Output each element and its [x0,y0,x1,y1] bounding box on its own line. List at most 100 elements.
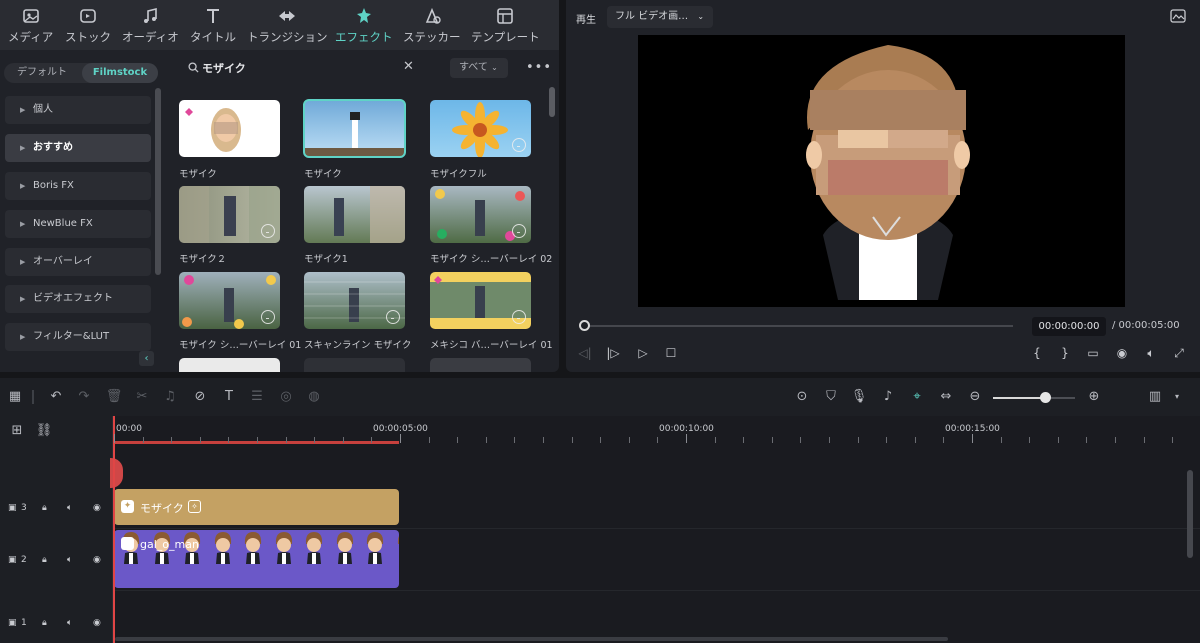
tab-media[interactable]: メディア [8,6,53,46]
sidebar-scrollbar[interactable] [155,88,161,275]
audio-icon[interactable]: ♫ [161,388,179,406]
video-clip-label: gal_o_man [140,538,199,551]
effect-card[interactable] [430,272,531,329]
more-icon[interactable]: ••• [526,60,552,75]
results-scrollbar[interactable] [549,87,555,117]
category-item[interactable]: ▶ フィルター&LUT [5,323,151,351]
text-icon[interactable]: T [220,388,238,406]
effect-card[interactable] [179,186,280,243]
effect-card[interactable] [430,186,531,243]
tab-template[interactable]: テンプレート [471,6,540,46]
tab-stock[interactable]: ストック [65,6,111,46]
play-icon[interactable]: ▷ [636,346,650,360]
mark-in-icon[interactable]: { [1030,346,1044,360]
redo-icon[interactable]: ↷ [75,388,93,406]
effect-card[interactable] [430,100,531,157]
effect-card[interactable] [179,358,280,372]
download-icon[interactable] [386,310,400,324]
music-icon[interactable]: ♪ [879,388,897,406]
eye-icon[interactable]: ◉ [93,555,101,565]
tab-effects[interactable]: エフェクト [335,6,393,46]
effects-search[interactable]: モザイク ✕ [172,58,426,78]
lock-icon[interactable]: 🔒︎ [42,503,47,513]
tag-icon[interactable]: ⊘ [191,388,209,406]
lock-icon[interactable]: 🔒︎ [42,618,47,628]
add-track-icon[interactable]: ⊞ [8,422,26,440]
volume-icon[interactable]: 🔈︎ [67,555,72,565]
volume-icon[interactable]: 🔈︎ [67,503,72,513]
volume-icon[interactable]: 🔈︎ [67,618,72,628]
video-clip[interactable]: gal_o_man [114,530,399,588]
marker-icon[interactable]: ⛉ [822,388,840,406]
download-icon[interactable] [512,224,526,238]
video-canvas[interactable] [638,35,1125,307]
close-icon[interactable]: ✕ [403,59,414,74]
snap-icon[interactable]: ⌖ [908,388,926,406]
link-icon[interactable]: ⛓︎ [35,422,53,440]
keyframe-icon[interactable]: ✧ [188,500,201,513]
color-icon[interactable]: ◎ [277,388,295,406]
effect-card[interactable] [179,272,280,329]
fit-icon[interactable]: ⇔ [937,388,955,406]
effect-card[interactable] [304,186,405,243]
track-height-icon[interactable]: ▥ [1146,388,1164,406]
effect-card-selected[interactable] [303,99,406,158]
speed-icon[interactable]: ◍ [305,388,323,406]
download-icon[interactable] [261,224,275,238]
stop-icon[interactable]: ☐ [664,346,678,360]
segment-default[interactable]: デフォルト [4,63,80,83]
zoom-in-icon[interactable]: ⊕ [1085,388,1103,406]
cut-icon[interactable]: ✂ [133,388,151,406]
timeline-horizontal-scrollbar[interactable] [115,637,948,641]
timeline-vertical-scrollbar[interactable] [1187,470,1193,558]
chevron-down-icon[interactable]: ▾ [1168,388,1186,406]
step-play-icon[interactable]: |▷ [606,346,620,360]
tab-audio[interactable]: オーディオ [122,6,179,46]
playback-scrubber[interactable] [581,325,1013,327]
undo-icon[interactable]: ↶ [47,388,65,406]
eye-icon[interactable]: ◉ [93,503,101,513]
download-icon[interactable] [512,310,526,324]
download-icon[interactable] [261,310,275,324]
eye-icon[interactable]: ◉ [93,618,101,628]
effect-card[interactable] [430,358,531,372]
mark-out-icon[interactable]: } [1058,346,1072,360]
filter-dropdown[interactable]: すべて ⌄ [450,58,508,78]
category-item[interactable]: ▶ ビデオエフェクト [5,285,151,313]
effect-card[interactable] [304,358,405,372]
playhead[interactable] [113,416,115,643]
work-area-bar[interactable] [113,441,399,444]
category-item[interactable]: ▶ Boris FX [5,172,151,200]
volume-icon[interactable]: 🔈︎ [1144,346,1158,360]
snapshot-icon[interactable]: ◉ [1115,346,1129,360]
collapse-sidebar-button[interactable]: ‹ [139,351,154,366]
lock-icon[interactable]: 🔒︎ [42,555,47,565]
zoom-slider-handle[interactable] [1040,392,1051,403]
render-icon[interactable]: ⊙ [793,388,811,406]
segment-filmstock[interactable]: Filmstock [82,63,158,83]
display-icon[interactable]: ▭ [1086,346,1100,360]
search-input[interactable]: モザイク [202,60,246,76]
quality-dropdown[interactable]: フル ビデオ画… ⌄ [607,6,713,28]
delete-icon[interactable]: 🗑︎ [105,388,123,406]
zoom-out-icon[interactable]: ⊖ [966,388,984,406]
effect-card[interactable] [304,272,405,329]
adjust-icon[interactable]: ☰ [248,388,266,406]
layout-icon[interactable]: ▦ [6,388,24,406]
category-item-selected[interactable]: ▶ おすすめ [5,134,151,162]
tab-transition[interactable]: トランジション [247,6,328,46]
category-item[interactable]: ▶ オーバーレイ [5,248,151,276]
ruler-tick [371,437,373,443]
effect-clip[interactable]: ✦ モザイク ✧ [114,489,399,525]
category-item[interactable]: ▶ 個人 [5,96,151,124]
prev-frame-icon[interactable]: ◁| [578,346,592,360]
image-icon[interactable] [1170,9,1186,23]
effect-card[interactable] [179,100,280,157]
category-item[interactable]: ▶ NewBlue FX [5,210,151,238]
scrubber-handle[interactable] [579,320,590,331]
tab-sticker[interactable]: ステッカー [403,6,461,46]
download-icon[interactable] [512,138,526,152]
tab-title[interactable]: タイトル [190,6,236,46]
fullscreen-icon[interactable]: ⤢ [1172,346,1186,360]
mic-icon[interactable]: 🎙︎ [850,388,868,406]
